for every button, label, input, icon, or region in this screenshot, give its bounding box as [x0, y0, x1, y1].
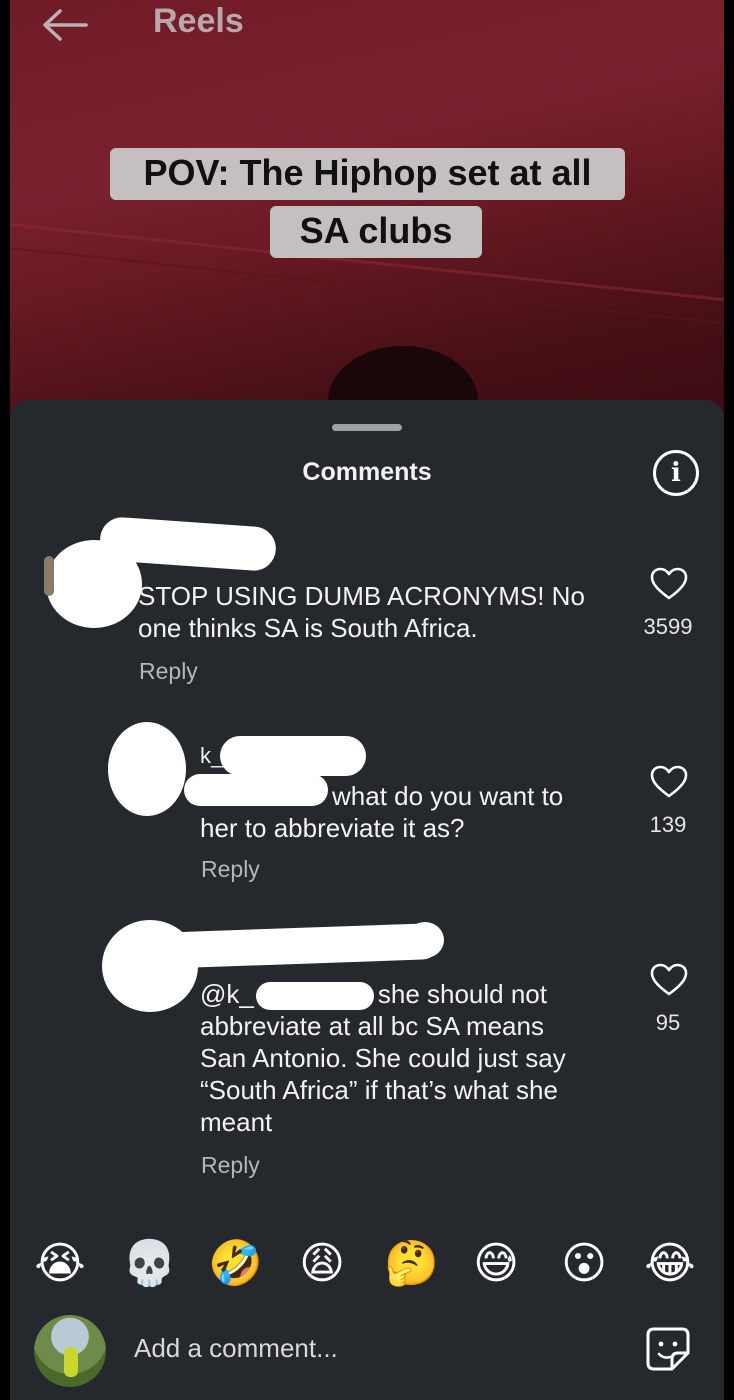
like-count: 95	[655, 1010, 681, 1035]
comment-text-line: her to abbreviate it as?	[200, 813, 465, 843]
like-count: 3599	[643, 614, 693, 639]
comment-2-body: what do you want to her to abbreviate it…	[200, 780, 620, 844]
avatar-edge	[44, 556, 54, 596]
comment-text-fragment: she should not	[377, 979, 547, 1009]
skull-emoji-icon[interactable]: 💀	[122, 1238, 177, 1290]
sheet-drag-handle[interactable]	[332, 424, 402, 431]
comment-text-line: San Antonio. She could just say	[200, 1043, 566, 1074]
comment-composer: Add a comment...	[10, 1305, 724, 1400]
comment-text-line: meant	[200, 1107, 273, 1138]
comment-text-line: @k_ she should not	[200, 978, 620, 1011]
reply-button[interactable]: Reply	[201, 856, 260, 883]
sweat-smile-emoji-icon[interactable]: 😅	[470, 1238, 522, 1290]
heart-icon[interactable]	[649, 764, 689, 800]
mention-prefix[interactable]: @k_	[200, 979, 254, 1009]
caption-line-1: POV: The Hiphop set at all	[110, 148, 625, 200]
caption-line-2: SA clubs	[270, 206, 482, 258]
heart-icon[interactable]	[649, 566, 689, 602]
info-icon[interactable]: i	[653, 450, 699, 496]
add-comment-input[interactable]: Add a comment...	[134, 1333, 338, 1364]
top-bar: Reels	[10, 0, 724, 50]
heart-icon[interactable]	[649, 962, 689, 998]
comment-text-line: STOP USING DUMB ACRONYMS! No	[138, 581, 585, 611]
like-count: 139	[649, 812, 687, 837]
comment-text-line: what do you want to	[332, 781, 564, 811]
reply-button[interactable]: Reply	[139, 658, 198, 685]
comment-3: @k_ she should not abbreviate at all bc S…	[200, 978, 620, 1138]
back-arrow-icon[interactable]	[40, 8, 90, 42]
surprised-face-emoji-icon[interactable]: 😮	[558, 1238, 610, 1290]
reply-button[interactable]: Reply	[201, 1152, 260, 1179]
comment-1: STOP USING DUMB ACRONYMS! No one thinks …	[138, 580, 608, 644]
weary-face-emoji-icon[interactable]: 😩	[296, 1238, 348, 1290]
thinking-face-emoji-icon[interactable]: 🤔	[384, 1238, 439, 1290]
loudly-crying-emoji-icon[interactable]: 😭	[34, 1238, 86, 1290]
avatar	[34, 1315, 106, 1387]
page-title: Reels	[153, 2, 244, 40]
username-redaction-end	[406, 922, 444, 958]
comments-title: Comments	[302, 458, 432, 486]
comment-text-line: abbreviate at all bc SA means	[200, 1011, 544, 1042]
mention-redaction	[255, 982, 374, 1011]
comment-text-line: “South Africa” if that’s what she	[200, 1075, 558, 1106]
username-redaction	[220, 736, 366, 776]
emoji-quick-reactions: 😭 💀 🤣 😩 🤔 😅 😮 😂	[10, 1232, 724, 1302]
avatar-redaction	[108, 722, 186, 816]
tears-of-joy-emoji-icon[interactable]: 😂	[644, 1238, 696, 1290]
rolling-laughing-emoji-icon[interactable]: 🤣	[208, 1238, 263, 1290]
sticker-icon[interactable]	[644, 1325, 692, 1373]
comment-text-line: one thinks SA is South Africa.	[138, 613, 478, 643]
